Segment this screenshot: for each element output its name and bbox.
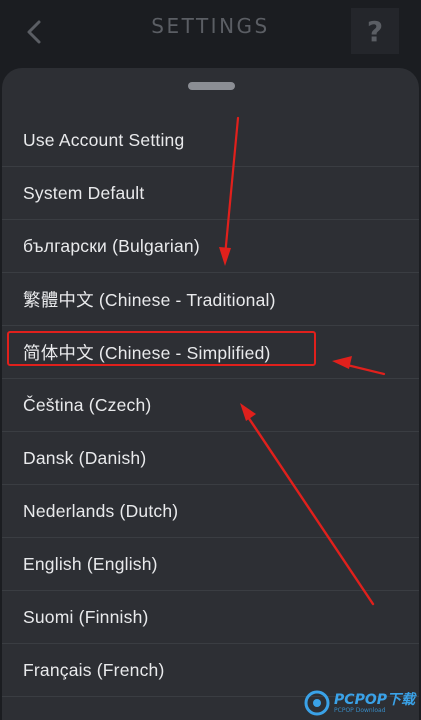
language-label: Čeština (Czech) [23,394,152,415]
language-item-chinese-traditional[interactable]: 繁體中文 (Chinese - Traditional) [2,273,419,326]
language-label: Français (French) [23,659,165,680]
language-label: Dansk (Danish) [23,447,147,468]
language-item-danish[interactable]: Dansk (Danish) [2,432,419,485]
watermark-brand: PCPOP [334,691,387,708]
language-item-chinese-simplified[interactable]: 简体中文 (Chinese - Simplified) [2,326,419,379]
language-label: 简体中文 (Chinese - Simplified) [23,342,271,363]
language-list: Use Account Setting System Default бълга… [2,114,419,697]
watermark-sub: PCPOP Download [334,706,386,714]
language-item-account-setting[interactable]: Use Account Setting [2,114,419,167]
language-label: Use Account Setting [23,129,185,150]
language-item-dutch[interactable]: Nederlands (Dutch) [2,485,419,538]
language-label: Nederlands (Dutch) [23,500,179,521]
settings-screen: SETTINGS ? Use Account Setting System De… [0,0,421,720]
language-label: Suomi (Finnish) [23,606,149,627]
question-mark-icon: ? [366,14,384,48]
watermark: PCPOP下载 PCPOP Download [304,690,415,716]
watermark-tag: 下载 [387,691,415,708]
language-picker-sheet: Use Account Setting System Default бълга… [2,68,419,720]
language-item-system-default[interactable]: System Default [2,167,419,220]
language-item-czech[interactable]: Čeština (Czech) [2,379,419,432]
help-button[interactable]: ? [351,8,399,54]
language-item-bulgarian[interactable]: български (Bulgarian) [2,220,419,273]
language-label: English (English) [23,553,158,574]
language-label: 繁體中文 (Chinese - Traditional) [23,289,276,310]
language-item-finnish[interactable]: Suomi (Finnish) [2,591,419,644]
language-label: System Default [23,182,145,203]
language-label: български (Bulgarian) [23,235,200,256]
watermark-text-group: PCPOP下载 PCPOP Download [334,693,415,714]
top-bar: SETTINGS ? [0,0,421,64]
pcpop-logo-icon [304,690,330,716]
language-item-english[interactable]: English (English) [2,538,419,591]
drag-handle-icon[interactable] [188,82,235,90]
